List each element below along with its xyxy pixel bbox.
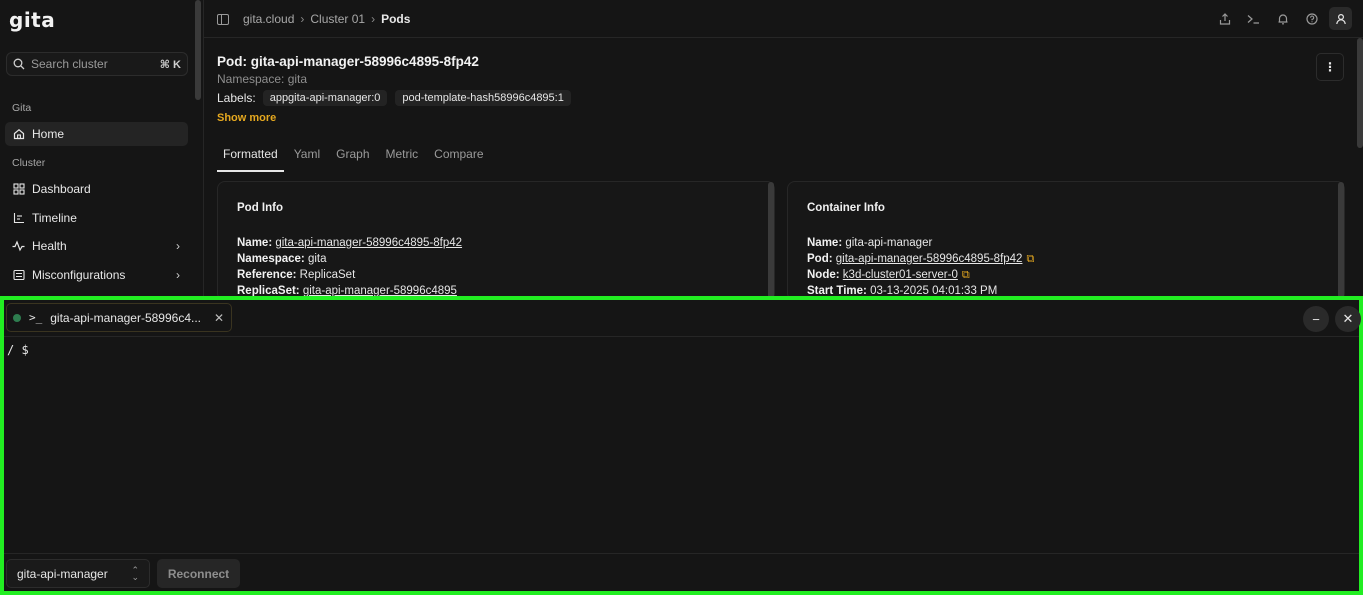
node-link[interactable]: k3d-cluster01-server-0 xyxy=(843,269,958,281)
close-tab-icon[interactable]: ✕ xyxy=(214,311,224,325)
close-icon: ✕ xyxy=(1342,311,1354,326)
sidebar-toggle-icon[interactable] xyxy=(217,13,229,25)
terminal-prompt: / $ xyxy=(7,343,29,357)
terminal-tab[interactable]: >_ gita-api-manager-58996c4... ✕ xyxy=(6,303,232,332)
external-link-icon[interactable]: ⧉ xyxy=(962,269,970,281)
pod-labels: Labels: appgita-api-manager:0 pod-templa… xyxy=(217,90,572,106)
sidebar-item-dashboard[interactable]: Dashboard xyxy=(5,177,188,201)
tab-graph[interactable]: Graph xyxy=(330,147,375,172)
share-icon[interactable] xyxy=(1213,7,1236,30)
field-node: Node: k3d-cluster01-server-0 ⧉ xyxy=(807,269,970,281)
breadcrumb-item[interactable]: gita.cloud xyxy=(243,12,294,26)
container-select[interactable]: gita-api-manager ⌃ ⌄ xyxy=(6,559,150,588)
terminal-icon[interactable] xyxy=(1242,7,1265,30)
tab-compare[interactable]: Compare xyxy=(428,147,489,172)
chevron-right-icon: › xyxy=(371,12,376,26)
field-namespace: Namespace: gita xyxy=(237,253,327,265)
tab-bar: Formatted Yaml Graph Metric Compare xyxy=(217,147,494,172)
pod-namespace: Namespace: gita xyxy=(217,72,308,86)
container-info-card: Container Info Name: gita-api-manager Po… xyxy=(787,181,1345,302)
sidebar-item-label: Health xyxy=(32,239,67,253)
label-chip: pod-template-hash58996c4895:1 xyxy=(395,90,571,106)
tab-yaml[interactable]: Yaml xyxy=(288,147,326,172)
terminal-tab-bar: >_ gita-api-manager-58996c4... ✕ − ✕ xyxy=(4,300,1361,337)
tab-metric[interactable]: Metric xyxy=(380,147,425,172)
top-bar: gita.cloud › Cluster 01 › Pods xyxy=(204,0,1363,38)
container-select-value: gita-api-manager xyxy=(17,566,108,581)
close-button[interactable]: ✕ xyxy=(1335,306,1361,332)
container-info-fields: Name: gita-api-manager Pod: gita-api-man… xyxy=(807,235,1034,299)
activity-icon xyxy=(12,240,25,253)
card-title: Container Info xyxy=(807,202,885,214)
sidebar-item-label: Misconfigurations xyxy=(32,268,126,282)
page-title: Pod: gita-api-manager-58996c4895-8fp42 xyxy=(217,54,479,69)
minus-icon: − xyxy=(1312,311,1320,327)
sidebar-scrollbar[interactable] xyxy=(195,0,201,100)
grid-icon xyxy=(12,183,25,196)
breadcrumb-current: Pods xyxy=(381,12,411,26)
sidebar-item-misconfigurations[interactable]: Misconfigurations › xyxy=(5,263,188,287)
more-options-button[interactable]: ⋮ xyxy=(1316,53,1344,81)
help-icon[interactable] xyxy=(1300,7,1323,30)
main-scrollbar[interactable] xyxy=(1357,38,1363,148)
user-icon[interactable] xyxy=(1329,7,1352,30)
minimize-button[interactable]: − xyxy=(1303,306,1329,332)
labels-label: Labels: xyxy=(217,91,256,105)
terminal-panel: >_ gita-api-manager-58996c4... ✕ − ✕ / $… xyxy=(0,296,1363,595)
search-input[interactable]: Search cluster ⌘ K xyxy=(6,52,188,76)
field-name: Name: gita-api-manager xyxy=(807,237,933,249)
card-scrollbar[interactable] xyxy=(1338,182,1344,302)
breadcrumb-item[interactable]: Cluster 01 xyxy=(310,12,365,26)
sidebar-item-health[interactable]: Health › xyxy=(5,234,188,258)
top-actions xyxy=(1213,7,1352,30)
reconnect-button[interactable]: Reconnect xyxy=(157,559,240,588)
home-icon xyxy=(12,128,25,141)
sidebar-item-label: Home xyxy=(32,127,65,141)
search-icon xyxy=(13,58,25,70)
external-link-icon[interactable]: ⧉ xyxy=(1026,253,1034,265)
sidebar-item-label: Timeline xyxy=(32,211,77,225)
bell-icon[interactable] xyxy=(1271,7,1294,30)
field-name: Name: gita-api-manager-58996c4895-8fp42 xyxy=(237,237,463,249)
pod-info-fields: Name: gita-api-manager-58996c4895-8fp42 … xyxy=(237,235,462,299)
terminal-tab-label: gita-api-manager-58996c4... xyxy=(50,310,202,325)
chevron-right-icon: › xyxy=(176,268,180,282)
search-shortcut: ⌘ K xyxy=(159,58,181,71)
chevron-right-icon: › xyxy=(300,12,305,26)
more-vertical-icon: ⋮ xyxy=(1324,60,1336,74)
logo[interactable]: gita xyxy=(9,8,55,32)
show-more-link[interactable]: Show more xyxy=(217,112,276,124)
tab-formatted[interactable]: Formatted xyxy=(217,147,284,172)
field-reference: Reference: ReplicaSet xyxy=(237,269,356,281)
field-pod: Pod: gita-api-manager-58996c4895-8fp42 ⧉ xyxy=(807,253,1035,265)
chart-icon xyxy=(12,212,25,225)
sidebar-item-timeline[interactable]: Timeline xyxy=(5,206,188,230)
section-label-cluster: Cluster xyxy=(12,157,46,169)
pod-link[interactable]: gita-api-manager-58996c4895-8fp42 xyxy=(836,253,1023,265)
pod-info-card: Pod Info Name: gita-api-manager-58996c48… xyxy=(217,181,775,302)
card-title: Pod Info xyxy=(237,202,283,214)
section-label-gita: Gita xyxy=(12,102,32,114)
terminal-footer: gita-api-manager ⌃ ⌄ Reconnect xyxy=(4,553,1359,591)
search-placeholder: Search cluster xyxy=(31,57,108,71)
chevron-up-down-icon: ⌃ ⌄ xyxy=(131,564,139,582)
label-chip: appgita-api-manager:0 xyxy=(262,90,388,106)
sidebar-item-label: Dashboard xyxy=(32,182,91,196)
chevron-right-icon: › xyxy=(176,239,180,253)
terminal-icon: >_ xyxy=(29,311,43,324)
list-icon xyxy=(12,269,25,282)
card-scrollbar[interactable] xyxy=(768,182,774,302)
status-dot xyxy=(13,313,21,322)
breadcrumb: gita.cloud › Cluster 01 › Pods xyxy=(217,12,410,26)
pod-name-link[interactable]: gita-api-manager-58996c4895-8fp42 xyxy=(275,237,462,249)
terminal-output[interactable]: / $ xyxy=(7,343,29,357)
sidebar-item-home[interactable]: Home xyxy=(5,122,188,146)
